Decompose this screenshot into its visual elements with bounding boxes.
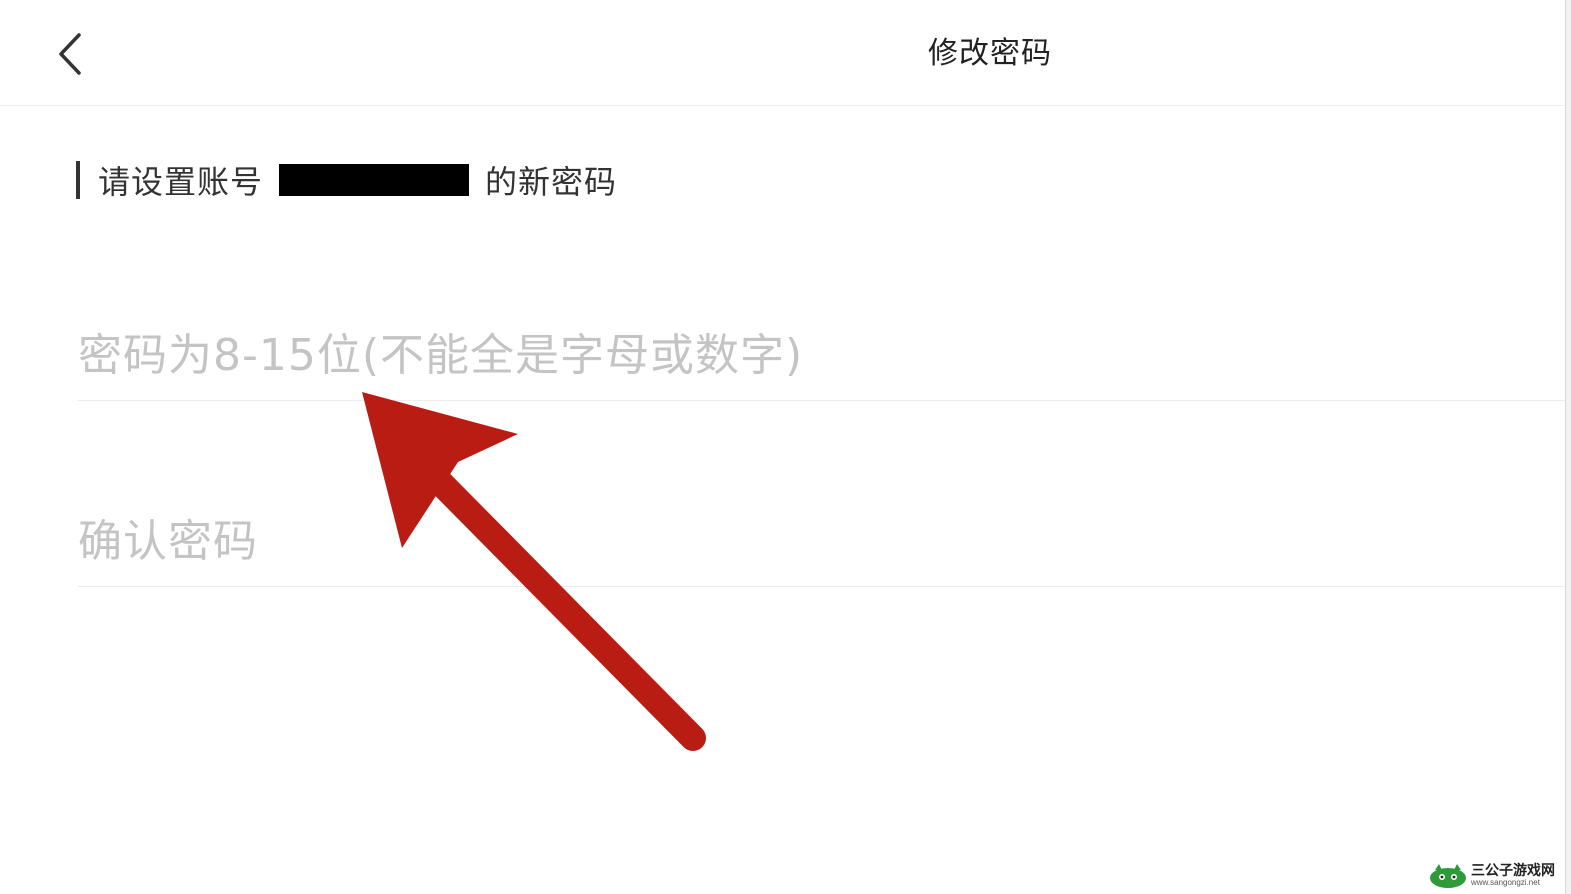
new-password-input[interactable] [78, 310, 1566, 400]
navigation-bar: 修改密码 [0, 0, 1566, 106]
prompt-prefix: 请设置账号 [98, 163, 264, 201]
account-prompt: 请设置账号 的新密码 [76, 158, 617, 202]
watermark-url: www.sangongzi.net [1471, 878, 1540, 887]
new-password-field-row [78, 310, 1566, 401]
prompt-suffix: 的新密码 [485, 163, 618, 201]
change-password-screen: 修改密码 请设置账号 的新密码 三公子游戏网 www.sangongzi.net [0, 0, 1571, 894]
site-watermark: 三公子游戏网 www.sangongzi.net [1429, 860, 1565, 890]
window-edge [1565, 0, 1571, 894]
annotation-arrow [362, 392, 706, 751]
watermark-title: 三公子游戏网 [1471, 862, 1555, 878]
page-title: 修改密码 [928, 36, 1052, 71]
section-indicator-bar [76, 161, 80, 199]
confirm-password-input[interactable] [78, 496, 1566, 586]
watermark-logo-icon [1430, 864, 1466, 888]
confirm-password-field-row [78, 496, 1566, 587]
back-button[interactable] [40, 20, 100, 88]
redacted-account-id [279, 164, 470, 196]
chevron-left-icon [59, 33, 81, 75]
watermark-text: 三公子游戏网 www.sangongzi.net [1471, 863, 1555, 887]
